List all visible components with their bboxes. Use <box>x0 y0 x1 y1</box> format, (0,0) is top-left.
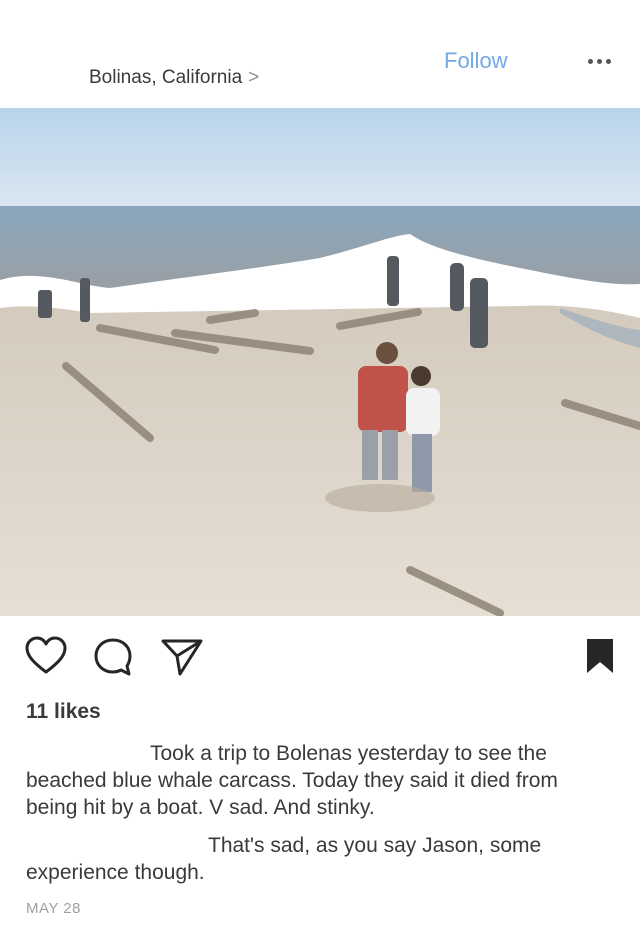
comment-item: That's sad, as you say Jason, some exper… <box>26 832 606 886</box>
post-date: MAY 28 <box>26 900 81 917</box>
heart-icon[interactable] <box>24 636 68 681</box>
caption-text: Took a trip to Bolenas yesterday to see … <box>26 742 558 819</box>
post-photo[interactable] <box>0 108 640 616</box>
post-caption: Took a trip to Bolenas yesterday to see … <box>26 740 606 821</box>
location-link[interactable]: Bolinas, California > <box>89 67 259 89</box>
more-options-icon[interactable] <box>588 53 616 69</box>
bookmark-icon[interactable] <box>584 636 616 681</box>
send-icon[interactable] <box>160 636 204 683</box>
action-bar <box>0 630 640 686</box>
comment-text: That's sad, as you say Jason, some exper… <box>26 834 542 884</box>
beach-photo-image <box>0 108 640 616</box>
location-label: Bolinas, California <box>89 67 243 88</box>
likes-count[interactable]: 11 likes <box>26 700 101 724</box>
chevron-right-icon: > <box>248 67 260 88</box>
post-header: Bolinas, California > Follow <box>0 0 640 108</box>
comment-bubble-icon[interactable] <box>92 636 134 683</box>
follow-button[interactable]: Follow <box>444 48 508 74</box>
